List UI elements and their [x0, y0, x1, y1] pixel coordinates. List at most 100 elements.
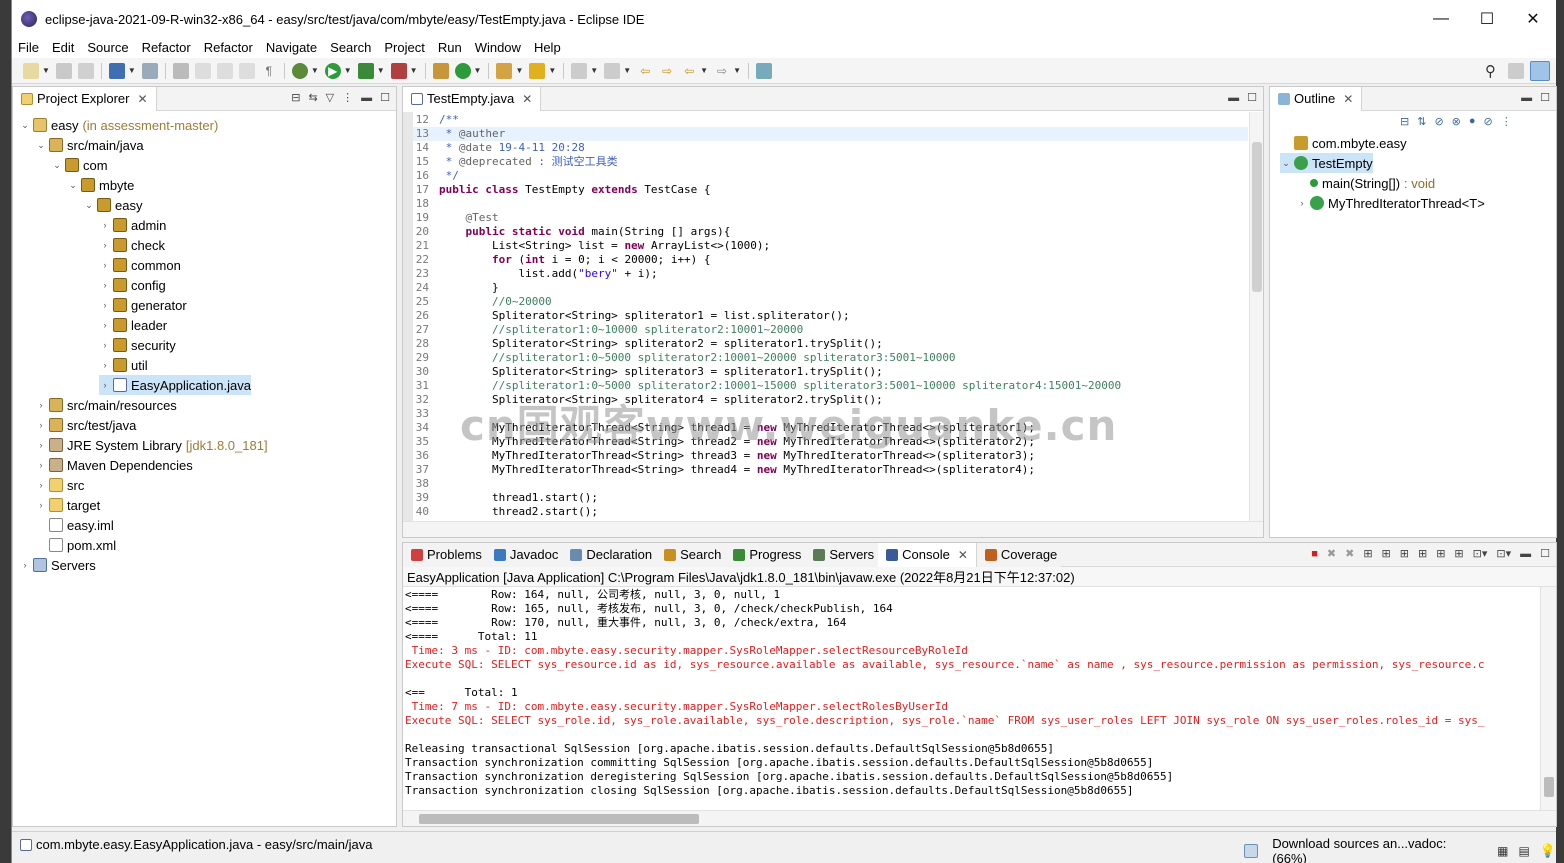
- java-perspective-icon[interactable]: [1530, 61, 1550, 81]
- collapsed-chevron-icon[interactable]: ›: [99, 380, 111, 390]
- outline-item[interactable]: › MyThredIteratorThread<T>: [1296, 193, 1485, 213]
- new-console-icon[interactable]: ⊡▾: [1496, 547, 1511, 560]
- toggle-icon[interactable]: [172, 62, 189, 79]
- menu-refactor[interactable]: Refactor: [142, 40, 191, 55]
- filter-icon[interactable]: ▽: [326, 91, 334, 104]
- tree-item[interactable]: › util: [99, 355, 148, 375]
- tab-outline[interactable]: Outline ✕: [1270, 86, 1363, 111]
- tree-item[interactable]: › EasyApplication.java: [99, 375, 251, 395]
- block-icon[interactable]: [238, 62, 255, 79]
- show-stderr-icon[interactable]: ⊞: [1400, 547, 1409, 560]
- maximize-view-icon[interactable]: ☐: [1540, 547, 1550, 560]
- chevron-down-icon[interactable]: ▼: [42, 66, 50, 75]
- collapsed-chevron-icon[interactable]: ›: [99, 220, 111, 230]
- collapsed-chevron-icon[interactable]: ›: [35, 400, 47, 410]
- link-with-editor-icon[interactable]: ⇆: [308, 91, 317, 104]
- menu-help[interactable]: Help: [534, 40, 561, 55]
- view-menu-icon[interactable]: ⋮: [1501, 115, 1512, 128]
- maximize-view-icon[interactable]: ☐: [380, 91, 390, 104]
- tab-servers[interactable]: Servers: [805, 542, 879, 567]
- new-java-package-icon[interactable]: [432, 62, 449, 79]
- terminate-icon[interactable]: ■: [1311, 548, 1318, 560]
- tree-item[interactable]: › check: [99, 235, 165, 255]
- tree-item[interactable]: ⌄ easy (in assessment-master): [19, 115, 218, 135]
- progress-view-icon[interactable]: ▦: [1497, 844, 1508, 858]
- editor-vertical-scrollbar[interactable]: [1249, 112, 1263, 522]
- console-horizontal-scrollbar[interactable]: [403, 810, 1556, 826]
- collapse-all-icon[interactable]: ⊟: [291, 91, 300, 104]
- external-tools-icon[interactable]: [390, 62, 407, 79]
- run-icon[interactable]: ▶: [324, 62, 341, 79]
- scrollbar-thumb[interactable]: [419, 814, 699, 824]
- chevron-down-icon[interactable]: ▼: [410, 66, 418, 75]
- search-icon[interactable]: ⚲: [1485, 62, 1496, 80]
- collapsed-chevron-icon[interactable]: ›: [99, 240, 111, 250]
- last-edit-location-icon[interactable]: ⇦: [637, 63, 653, 79]
- tree-item[interactable]: › src: [35, 475, 85, 495]
- tree-item[interactable]: ⌄ easy: [83, 195, 142, 215]
- remove-launch-icon[interactable]: ✖: [1327, 547, 1336, 560]
- format-icon[interactable]: [216, 62, 233, 79]
- pin-editor-icon[interactable]: [755, 62, 772, 79]
- chevron-down-icon[interactable]: ▼: [700, 66, 708, 75]
- tab-testempty-java[interactable]: TestEmpty.java ✕: [403, 86, 542, 111]
- close-icon[interactable]: ✕: [137, 92, 147, 106]
- collapsed-chevron-icon[interactable]: ›: [99, 280, 111, 290]
- collapsed-chevron-icon[interactable]: ›: [99, 360, 111, 370]
- menu-navigate[interactable]: Navigate: [266, 40, 317, 55]
- code-editor[interactable]: 12/** 13 * @auther 14 * @date 19-4-11 20:2…: [403, 112, 1263, 522]
- tree-item[interactable]: pom.xml: [35, 535, 116, 555]
- maximize-view-icon[interactable]: ☐: [1540, 91, 1550, 104]
- tree-item[interactable]: › Servers: [19, 555, 96, 575]
- collapsed-chevron-icon[interactable]: ›: [99, 320, 111, 330]
- open-task-icon[interactable]: [529, 62, 546, 79]
- view-menu-icon[interactable]: ⋮: [342, 91, 353, 104]
- tab-project-explorer[interactable]: Project Explorer ✕: [13, 86, 157, 111]
- collapsed-chevron-icon[interactable]: ›: [35, 420, 47, 430]
- tree-item[interactable]: › target: [35, 495, 101, 515]
- expanded-chevron-icon[interactable]: ⌄: [1280, 158, 1292, 169]
- collapsed-chevron-icon[interactable]: ›: [35, 500, 47, 510]
- forward-icon[interactable]: ⇨: [714, 63, 730, 79]
- minimize-button[interactable]: —: [1418, 0, 1464, 38]
- skip-breakpoints-icon[interactable]: [141, 62, 158, 79]
- chevron-down-icon[interactable]: ▼: [548, 66, 556, 75]
- tree-item[interactable]: › leader: [99, 315, 168, 335]
- tab-problems[interactable]: Problems: [403, 542, 486, 567]
- maximize-view-icon[interactable]: ☐: [1247, 91, 1257, 104]
- tree-item[interactable]: easy.iml: [35, 515, 114, 535]
- tree-item[interactable]: › common: [99, 255, 181, 275]
- open-perspective-icon[interactable]: [1508, 63, 1524, 79]
- collapsed-chevron-icon[interactable]: ›: [99, 300, 111, 310]
- tab-coverage[interactable]: Coverage: [976, 542, 1062, 567]
- collapsed-chevron-icon[interactable]: ›: [99, 260, 111, 270]
- collapsed-chevron-icon[interactable]: ›: [1296, 198, 1308, 208]
- tab-javadoc[interactable]: Javadoc: [485, 542, 563, 567]
- word-wrap-icon[interactable]: ⊞: [1418, 547, 1427, 560]
- tree-item[interactable]: › src/main/resources: [35, 395, 177, 415]
- tree-item[interactable]: › src/test/java: [35, 415, 137, 435]
- console-vertical-scrollbar[interactable]: [1540, 587, 1556, 813]
- hide-local-types-icon[interactable]: ⊘: [1484, 115, 1493, 128]
- tree-item[interactable]: › config: [99, 275, 166, 295]
- pin-console-icon[interactable]: ⊞: [1454, 547, 1463, 560]
- minimize-view-icon[interactable]: ▬: [1520, 548, 1531, 560]
- close-icon[interactable]: ✕: [1343, 92, 1353, 106]
- outline-item[interactable]: com.mbyte.easy: [1280, 133, 1407, 153]
- minimize-view-icon[interactable]: ▬: [361, 92, 372, 104]
- close-icon[interactable]: ✕: [522, 92, 532, 106]
- expanded-chevron-icon[interactable]: ⌄: [35, 140, 47, 151]
- tree-item[interactable]: ⌄ com: [51, 155, 107, 175]
- scroll-lock-icon[interactable]: ⊞: [1363, 547, 1372, 560]
- tree-item[interactable]: ⌄ mbyte: [67, 175, 134, 195]
- hide-nonpublic-icon[interactable]: ●: [1469, 115, 1476, 128]
- outline-item[interactable]: ⌄ TestEmpty: [1280, 153, 1373, 173]
- tree-item[interactable]: › security: [99, 335, 176, 355]
- save-all-icon[interactable]: [77, 62, 94, 79]
- next-annotation-icon[interactable]: [571, 62, 588, 79]
- close-icon[interactable]: ✕: [958, 548, 968, 562]
- expanded-chevron-icon[interactable]: ⌄: [67, 180, 79, 191]
- sort-icon[interactable]: ⇅: [1417, 115, 1426, 128]
- menu-window[interactable]: Window: [475, 40, 521, 55]
- tasks-icon[interactable]: ▤: [1518, 844, 1529, 858]
